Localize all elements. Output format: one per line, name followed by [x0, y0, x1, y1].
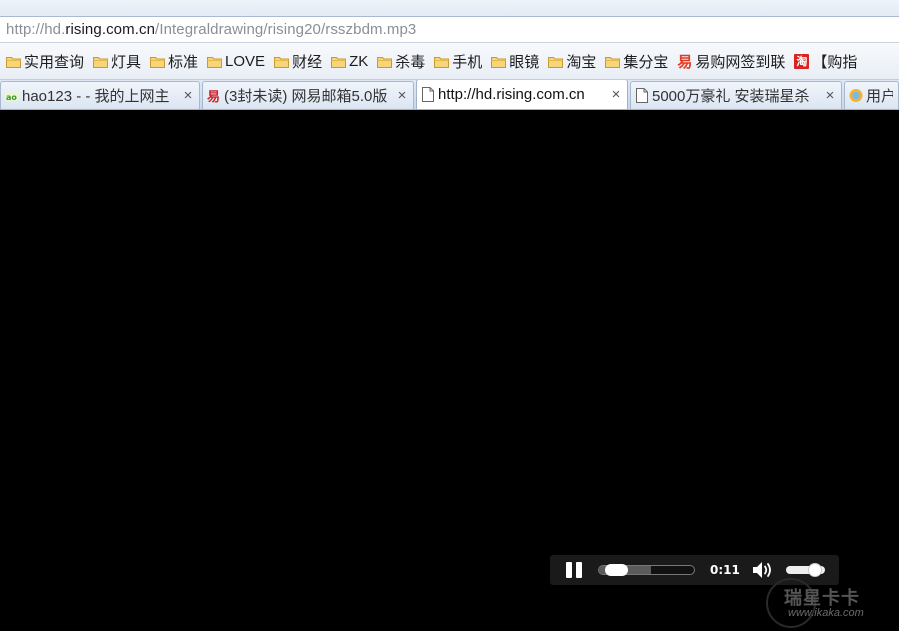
bookmark-label: 灯具 — [111, 53, 142, 71]
bookmark-label: 财经 — [292, 53, 323, 71]
folder-icon — [548, 56, 564, 68]
bookmarks-bar: 实用查询 灯具 标准 LOVE 财经 ZK 杀毒 手机 眼镜 淘宝 集分宝易易购网签到联淘【购指 — [0, 43, 899, 80]
bookmark-label: 实用查询 — [24, 53, 85, 71]
bookmark-item[interactable]: 杀毒 — [377, 51, 425, 72]
bookmark-item[interactable]: 淘【购指 — [794, 51, 857, 72]
tab-title: hao123 - ‐ 我的上网主 — [22, 88, 170, 105]
tab-close-icon[interactable]: × — [610, 86, 622, 103]
folder-icon — [377, 56, 393, 68]
folder-icon — [491, 56, 507, 68]
bookmark-item[interactable]: ZK — [331, 53, 368, 70]
folder-icon — [274, 56, 290, 68]
hao123-icon: ao — [5, 88, 19, 104]
bookmark-item[interactable]: 淘宝 — [548, 51, 596, 72]
tab-title: http://hd.rising.com.cn — [438, 86, 585, 103]
bookmark-label: 标准 — [168, 53, 199, 71]
bookmark-item[interactable]: 财经 — [274, 51, 322, 72]
browser-tab[interactable]: 易 (3封未读) 网易邮箱5.0版 × — [202, 81, 414, 109]
user-icon — [849, 88, 863, 104]
bookmark-label: LOVE — [225, 52, 266, 70]
folder-icon — [605, 56, 621, 68]
bookmark-label: ZK — [349, 52, 369, 70]
netease-icon: 易 — [207, 88, 221, 104]
bookmark-label: 易购网签到联 — [695, 53, 786, 71]
svg-text:ao: ao — [6, 93, 17, 102]
tab-title: 用户 — [866, 88, 893, 105]
page-icon — [421, 87, 435, 103]
time-display: 0:11 — [710, 563, 740, 577]
folder-icon — [207, 56, 223, 68]
yigou-icon: 易 — [677, 53, 693, 71]
url-host: rising.com.cn — [65, 21, 156, 38]
folder-icon — [331, 56, 347, 68]
browser-tab[interactable]: 用户 — [844, 81, 899, 109]
watermark-url: www.ikaka.com — [788, 607, 864, 619]
tab-close-icon[interactable]: × — [824, 87, 836, 104]
tab-title: 5000万豪礼 安装瑞星杀 — [652, 88, 810, 105]
address-bar[interactable]: http://hd. rising.com.cn/Integraldrawing/… — [0, 16, 899, 43]
bookmark-item[interactable]: 标准 — [150, 51, 198, 72]
tab-close-icon[interactable]: × — [182, 87, 194, 104]
bookmark-label: 【购指 — [812, 53, 858, 71]
bookmark-item[interactable]: 实用查询 — [6, 51, 84, 72]
browser-tab[interactable]: 5000万豪礼 安装瑞星杀 × — [630, 81, 842, 109]
browser-tab[interactable]: http://hd.rising.com.cn × — [416, 80, 628, 109]
ikaka-watermark: 瑞星卡卡 www.ikaka.com — [766, 578, 899, 631]
bookmark-label: 眼镜 — [509, 53, 540, 71]
seek-thumb[interactable] — [605, 564, 629, 576]
folder-icon — [434, 56, 450, 68]
svg-text:易: 易 — [207, 90, 220, 103]
bookmark-item[interactable]: 灯具 — [93, 51, 141, 72]
volume-thumb[interactable] — [808, 564, 821, 576]
bookmark-item[interactable]: 易易购网签到联 — [677, 51, 785, 72]
bookmark-item[interactable]: LOVE — [207, 53, 265, 70]
url-path: /Integraldrawing/rising20/rsszbdm.mp3 — [155, 21, 417, 38]
media-viewport — [0, 111, 899, 631]
browser-tab[interactable]: ao hao123 - ‐ 我的上网主 × — [0, 81, 200, 109]
tab-title: (3封未读) 网易邮箱5.0版 — [224, 88, 388, 105]
pause-button[interactable] — [566, 562, 582, 578]
bookmark-item[interactable]: 集分宝 — [605, 51, 668, 72]
taobao-icon: 淘 — [794, 53, 810, 69]
page-icon — [635, 88, 649, 104]
tab-close-icon[interactable]: × — [396, 87, 408, 104]
bookmark-label: 淘宝 — [566, 53, 597, 71]
bookmark-label: 手机 — [452, 53, 483, 71]
folder-icon — [6, 56, 21, 68]
url-prefix: http://hd. — [6, 21, 66, 38]
volume-icon[interactable] — [751, 560, 775, 580]
bookmark-label: 集分宝 — [623, 53, 669, 71]
tab-strip: ao hao123 - ‐ 我的上网主 × 易 (3封未读) 网易邮箱5.0版 × http… — [0, 80, 899, 110]
window-top-strip — [0, 0, 899, 16]
folder-icon — [93, 56, 109, 68]
bookmark-item[interactable]: 眼镜 — [491, 51, 539, 72]
folder-icon — [150, 56, 166, 68]
bookmark-item[interactable]: 手机 — [434, 51, 482, 72]
volume-slider[interactable] — [786, 564, 825, 576]
bookmark-label: 杀毒 — [395, 53, 426, 71]
